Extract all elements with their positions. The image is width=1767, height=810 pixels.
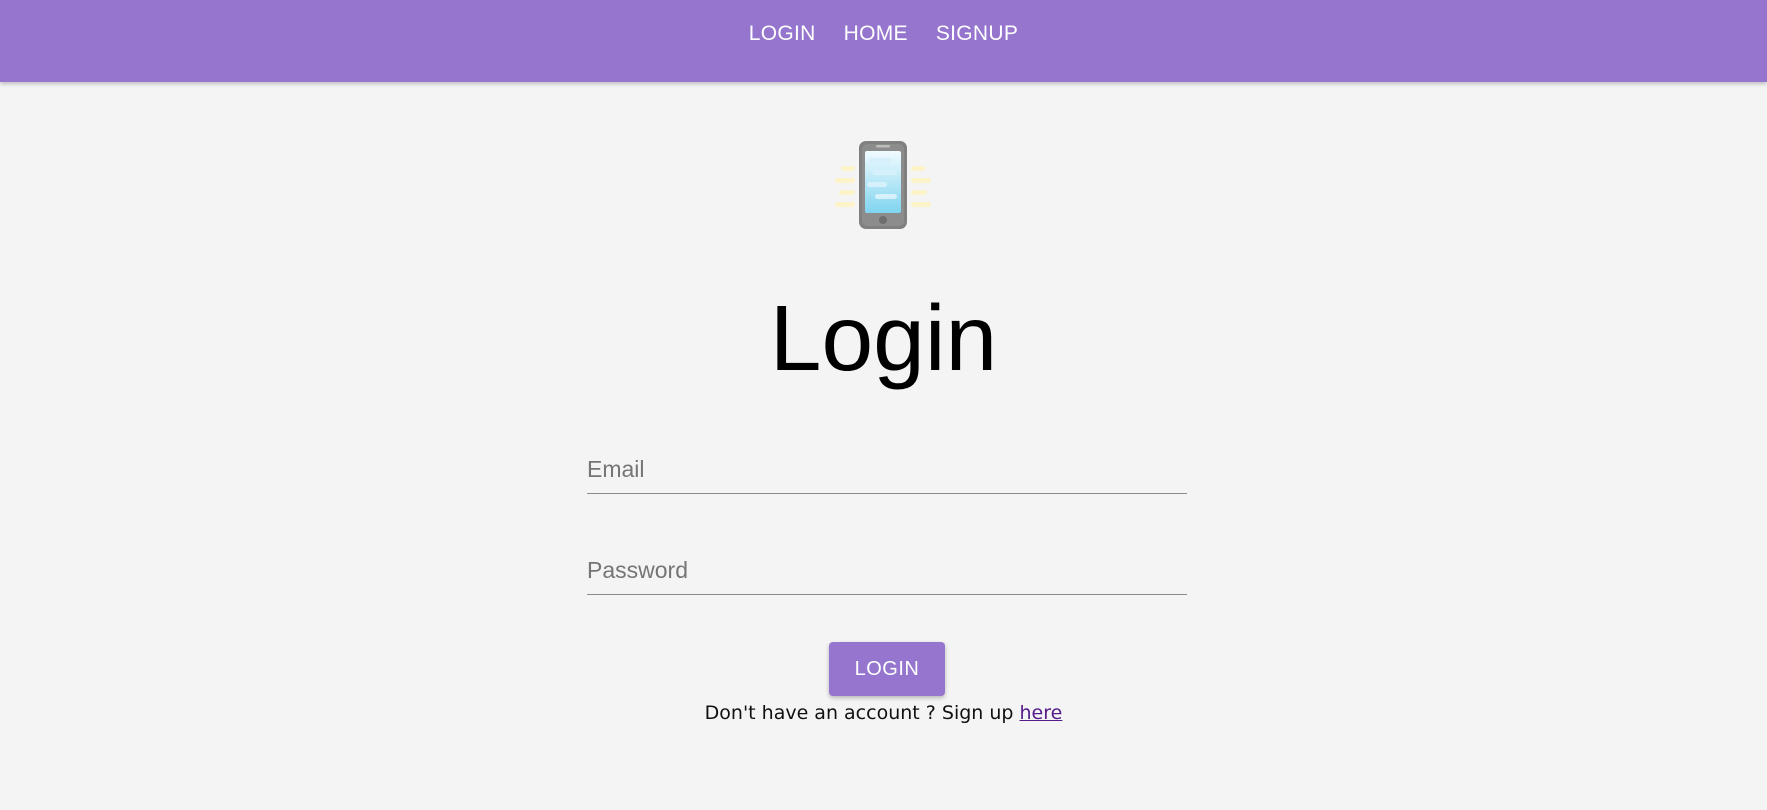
nav-link-home[interactable]: HOME (844, 22, 908, 46)
signup-prompt: Don't have an account ? Sign up here (0, 702, 1767, 724)
nav-link-login[interactable]: LOGIN (749, 22, 816, 46)
password-field[interactable] (587, 547, 1187, 595)
mobile-phone-icon (833, 138, 933, 232)
signup-link[interactable]: here (1020, 702, 1063, 724)
nav-link-signup[interactable]: SIGNUP (936, 22, 1018, 46)
email-field[interactable] (587, 446, 1187, 494)
login-button[interactable]: LOGIN (829, 642, 945, 696)
top-navbar: LOGIN HOME SIGNUP (0, 0, 1767, 82)
signup-prompt-text: Don't have an account ? Sign up (704, 702, 1020, 724)
page-title: Login (769, 286, 998, 390)
